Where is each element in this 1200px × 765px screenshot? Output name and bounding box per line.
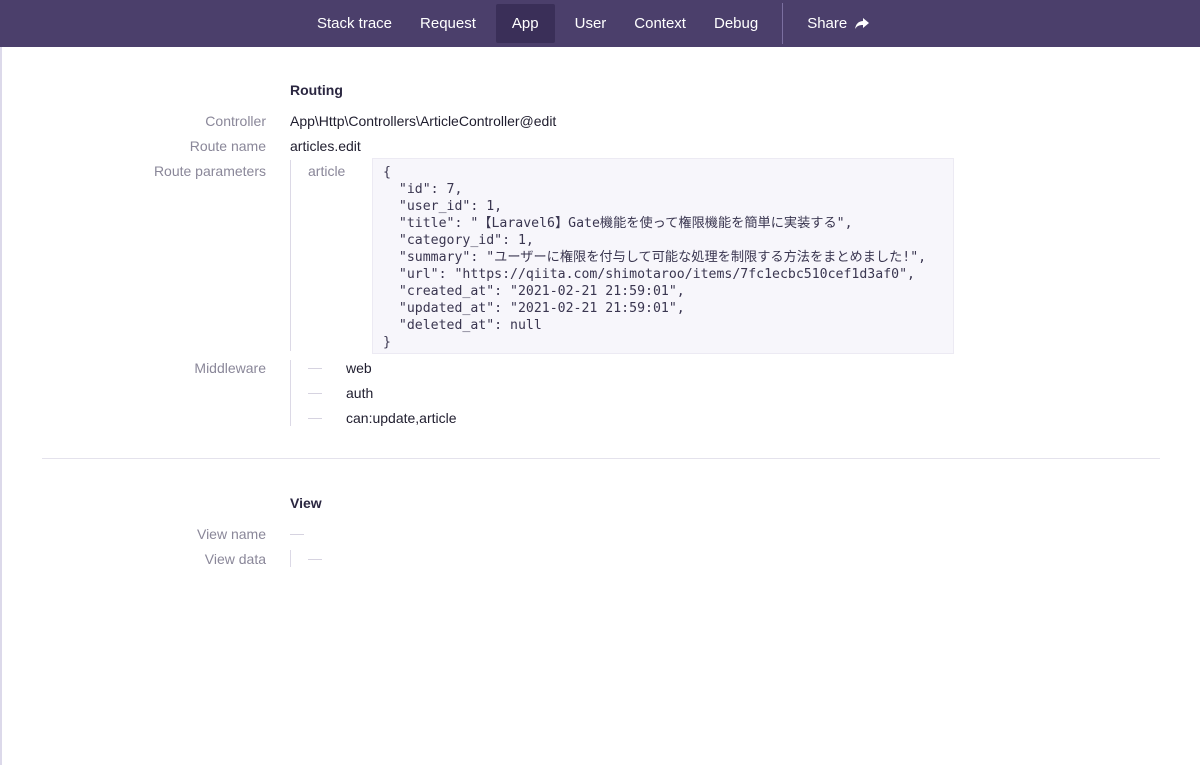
middleware-dash bbox=[308, 418, 322, 419]
route-params-bar bbox=[290, 160, 291, 351]
view-name-label: View name bbox=[196, 526, 266, 542]
tab-app[interactable]: App bbox=[495, 4, 555, 43]
middleware-item-web: web bbox=[346, 360, 372, 376]
tab-request[interactable]: Request bbox=[406, 0, 490, 47]
share-button[interactable]: Share bbox=[793, 0, 883, 47]
tab-stack-trace[interactable]: Stack trace bbox=[303, 0, 406, 47]
section-divider bbox=[42, 458, 1160, 459]
nav-tabs: Stack trace Request App User Context Deb… bbox=[303, 0, 883, 47]
middleware-dash bbox=[308, 393, 322, 394]
view-section-title: View bbox=[290, 495, 322, 511]
route-name-value: articles.edit bbox=[290, 138, 361, 154]
middleware-dash bbox=[308, 368, 322, 369]
middleware-item-auth: auth bbox=[346, 385, 374, 401]
share-label: Share bbox=[807, 15, 848, 32]
middleware-label: Middleware bbox=[194, 360, 266, 376]
tab-user[interactable]: User bbox=[561, 0, 621, 47]
nav-separator bbox=[782, 3, 784, 44]
tab-debug[interactable]: Debug bbox=[700, 0, 772, 47]
controller-value: App\Http\Controllers\ArticleController@e… bbox=[290, 113, 557, 129]
middleware-bar bbox=[290, 360, 291, 426]
view-name-empty-dash bbox=[290, 534, 304, 535]
routing-section-title: Routing bbox=[290, 82, 343, 98]
view-data-bar bbox=[290, 550, 291, 567]
route-parameters-label: Route parameters bbox=[153, 163, 266, 179]
param-json-block: { "id": 7, "user_id": 1, "title": "【Lara… bbox=[372, 158, 954, 354]
controller-label: Controller bbox=[205, 113, 266, 129]
view-data-empty-dash bbox=[308, 559, 322, 560]
middleware-item-can: can:update,article bbox=[346, 410, 457, 426]
share-arrow-icon bbox=[855, 17, 870, 29]
top-nav: Stack trace Request App User Context Deb… bbox=[0, 0, 1200, 47]
param-key-article: article bbox=[308, 163, 346, 179]
tab-context[interactable]: Context bbox=[620, 0, 700, 47]
view-data-label: View data bbox=[204, 551, 266, 567]
route-name-label: Route name bbox=[189, 138, 266, 154]
